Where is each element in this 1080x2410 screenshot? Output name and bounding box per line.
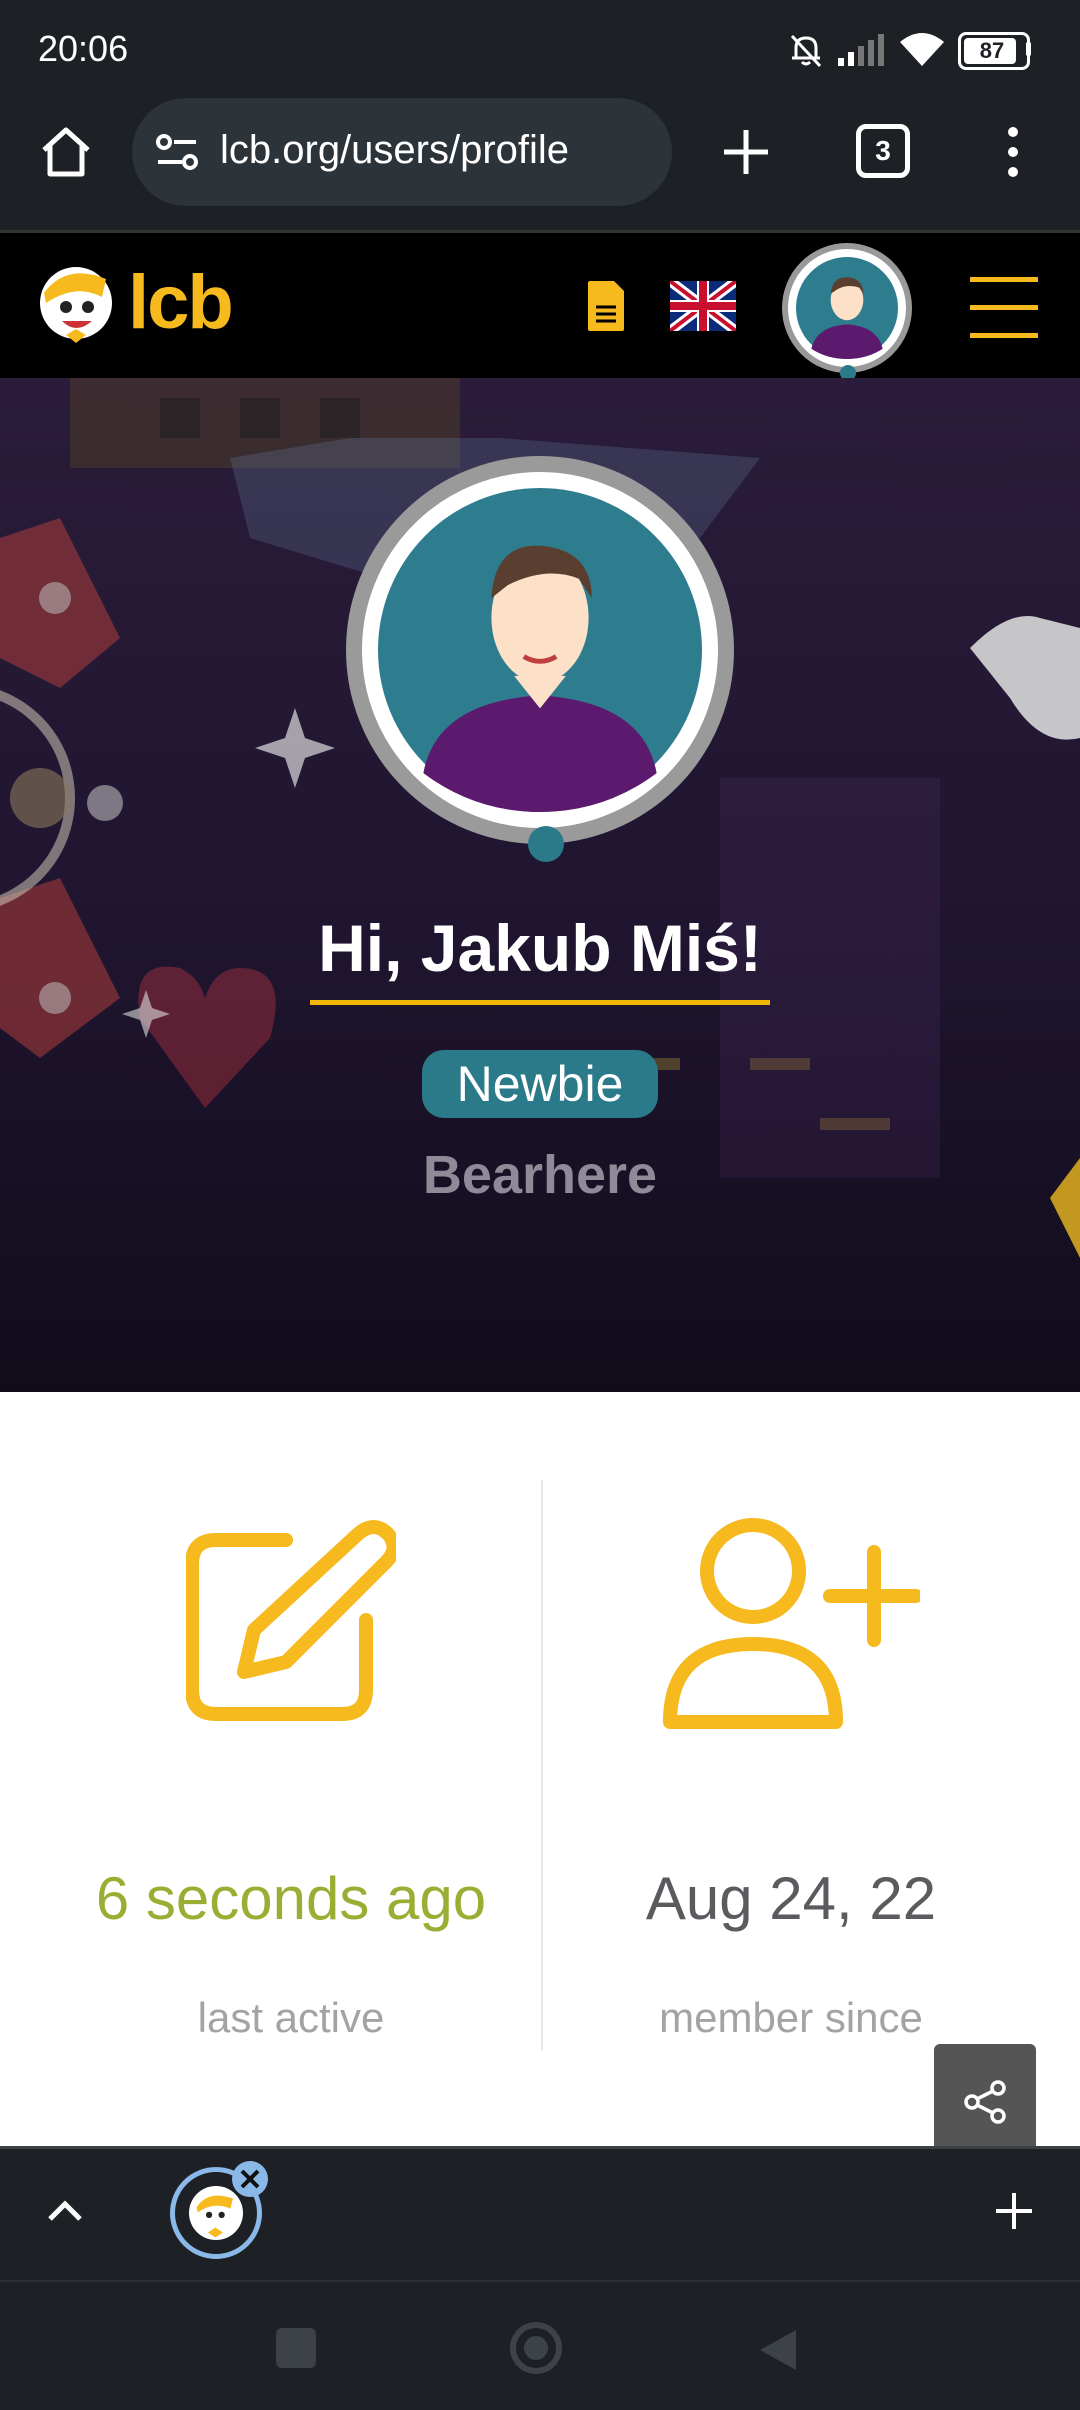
signal-icon [838, 34, 884, 66]
home-icon[interactable] [38, 124, 94, 180]
site-settings-icon[interactable] [154, 130, 202, 174]
last-active-value: 6 seconds ago [95, 1865, 487, 1932]
uk-flag-icon[interactable] [670, 281, 736, 331]
add-tab-icon[interactable] [992, 2189, 1036, 2233]
avatar-icon [796, 257, 898, 359]
more-menu-icon[interactable] [998, 122, 1028, 182]
muted-bell-icon [790, 34, 822, 68]
status-bar: 20:06 87 [0, 0, 1080, 96]
chevron-up-icon[interactable] [44, 2191, 86, 2233]
profile-stats: 6 seconds ago last active Aug 24, 22 mem… [0, 1392, 1080, 2144]
tab-group-bar [0, 2146, 1080, 2283]
battery-tip [1026, 42, 1031, 56]
member-since-value: Aug 24, 22 [645, 1865, 937, 1932]
share-icon [964, 2080, 1006, 2124]
back-button[interactable] [756, 2326, 800, 2374]
status-time: 20:06 [38, 28, 129, 69]
close-tab-button[interactable] [232, 2161, 268, 2197]
share-button[interactable] [934, 2044, 1036, 2154]
profile-hero: Hi, Jakub Miś! Newbie Bearhere [0, 378, 1080, 1392]
avatar-icon [378, 488, 702, 812]
member-since-label: member since [659, 1994, 923, 2041]
wifi-icon [900, 33, 944, 66]
profile-avatar[interactable] [346, 456, 734, 862]
greeting-underline [310, 1000, 770, 1005]
avatar-progress-dot [528, 826, 564, 862]
greeting-title: Hi, Jakub Miś! [318, 911, 762, 985]
document-icon[interactable] [586, 279, 626, 333]
site-logo-text[interactable]: lcb [128, 259, 234, 346]
browser-toolbar: lcb.org/users/profile 3 [0, 96, 1080, 230]
tab-switcher-button[interactable]: 3 [856, 124, 910, 178]
edit-icon [186, 1520, 396, 1721]
home-button[interactable] [510, 2322, 562, 2374]
url-text: lcb.org/users/profile [220, 128, 570, 172]
rank-badge: Newbie [422, 1050, 658, 1118]
header-avatar-button[interactable] [782, 243, 912, 381]
close-icon [240, 2169, 260, 2189]
lcb-mascot-logo-icon[interactable] [36, 263, 122, 349]
battery-level: 87 [979, 38, 1005, 63]
recents-button[interactable] [276, 2328, 316, 2368]
battery-icon: 87 [958, 32, 1030, 70]
last-active-label: last active [197, 1994, 385, 2041]
stats-divider [541, 1480, 543, 2050]
system-nav-bar [0, 2280, 1080, 2410]
new-tab-icon[interactable] [718, 124, 774, 180]
add-user-icon [663, 1518, 920, 1729]
site-header: lcb [0, 230, 1080, 381]
username-text: Bearhere [422, 1145, 658, 1205]
address-bar[interactable]: lcb.org/users/profile [132, 98, 672, 206]
hamburger-menu-icon[interactable] [968, 273, 1040, 341]
